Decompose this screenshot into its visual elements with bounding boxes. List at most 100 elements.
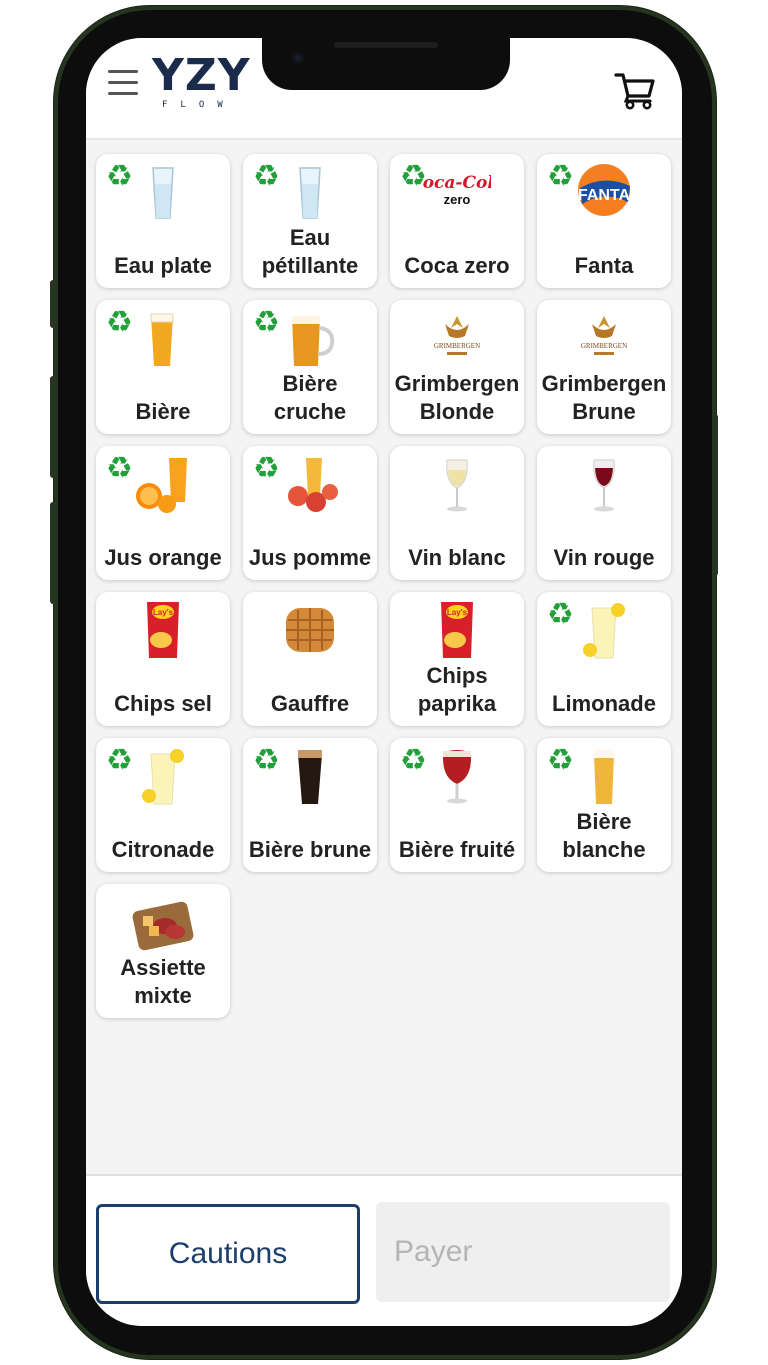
white-beer-glass-image [570, 744, 638, 808]
glass-of-water-image [129, 160, 197, 224]
svg-text:zero: zero [444, 192, 471, 207]
product-tile[interactable]: Gauffre [243, 592, 377, 726]
power-button [712, 414, 718, 576]
coca-cola-zero-logo-image: Coca-Colazero [409, 160, 505, 224]
product-tile[interactable]: ♻ Bière fruité [390, 738, 524, 872]
product-tile[interactable]: Coca-Colazero♻Coca zero [390, 154, 524, 288]
product-label: Chips paprika [417, 663, 497, 716]
product-tile[interactable]: ♻ Jus pomme [243, 446, 377, 580]
recycle-icon: ♻ [106, 743, 133, 778]
waffle-image [276, 598, 344, 662]
beer-glass-image [129, 306, 197, 370]
notch [262, 38, 510, 90]
product-label: Grimbergen Brune [541, 371, 667, 424]
glass-of-water-image [276, 160, 344, 224]
recycle-icon: ♻ [106, 159, 133, 194]
lemonade-glass-image [570, 598, 638, 662]
grimbergen-logo-image: GRIMBERGEN [423, 306, 491, 370]
apple-juice-image [276, 452, 344, 516]
recycle-icon: ♻ [253, 305, 280, 340]
product-label: Citronade [111, 837, 215, 862]
recycle-icon: ♻ [253, 159, 280, 194]
svg-text:Lay's: Lay's [447, 608, 468, 617]
product-label: Bière [135, 399, 191, 424]
dark-beer-glass-image [276, 744, 344, 808]
product-label: Jus pomme [248, 545, 372, 570]
product-label: Bière brune [248, 837, 372, 862]
svg-text:GRIMBERGEN: GRIMBERGEN [434, 342, 480, 350]
product-label: Jus orange [104, 545, 222, 570]
product-tile[interactable]: Vin blanc [390, 446, 524, 580]
recycle-icon: ♻ [106, 305, 133, 340]
product-label: Coca zero [404, 253, 510, 278]
product-label: Fanta [574, 253, 634, 278]
svg-text:FANTA: FANTA [578, 187, 631, 204]
svg-text:GRIMBERGEN: GRIMBERGEN [581, 342, 627, 350]
product-label: Vin rouge [553, 545, 655, 570]
lays-chips-bag-image: Lay's [129, 598, 197, 662]
speaker-grille [334, 42, 438, 48]
recycle-icon: ♻ [253, 743, 280, 778]
product-tile[interactable]: FANTA ♻ Fanta [537, 154, 671, 288]
svg-text:Lay's: Lay's [153, 608, 174, 617]
product-label: Grimbergen Blonde [394, 371, 520, 424]
red-wine-glass-image [570, 452, 638, 516]
logo-sub-text: FLOW [162, 100, 236, 110]
product-tile[interactable]: GRIMBERGEN Grimbergen Brune [537, 300, 671, 434]
product-label: Limonade [552, 691, 656, 716]
front-camera [292, 52, 304, 64]
product-label: Eau plate [114, 253, 212, 278]
lays-chips-bag-image: Lay's [423, 598, 491, 662]
hamburger-menu-icon[interactable] [108, 70, 138, 96]
grimbergen-logo-image: GRIMBERGEN [570, 306, 638, 370]
fanta-logo-image: FANTA [570, 160, 638, 224]
product-tile[interactable]: ♻ Bière brune [243, 738, 377, 872]
product-label: Gauffre [270, 691, 350, 716]
volume-down-button [50, 502, 56, 604]
footer-bar: Cautions Payer [86, 1174, 682, 1326]
recycle-icon: ♻ [400, 743, 427, 778]
product-tile[interactable]: ♻ Citronade [96, 738, 230, 872]
product-tile[interactable]: ♻ Bière [96, 300, 230, 434]
logo-main-text: YZY [152, 50, 251, 101]
product-tile[interactable]: Lay's Chips sel [96, 592, 230, 726]
recycle-icon: ♻ [547, 159, 574, 194]
shopping-cart-icon[interactable] [614, 70, 656, 110]
recycle-icon: ♻ [400, 159, 427, 194]
product-tile[interactable]: Assiette mixte [96, 884, 230, 1018]
recycle-icon: ♻ [547, 597, 574, 632]
cautions-button[interactable]: Cautions [96, 1204, 360, 1304]
recycle-icon: ♻ [253, 451, 280, 486]
product-tile[interactable]: ♻ Bière cruche [243, 300, 377, 434]
yzy-flow-logo: YZY FLOW [152, 54, 262, 116]
product-label: Bière cruche [273, 371, 347, 424]
product-tile[interactable]: Vin rouge [537, 446, 671, 580]
product-label: Bière blanche [562, 809, 646, 862]
product-label: Chips sel [114, 691, 212, 716]
product-tile[interactable]: ♻ Bière blanche [537, 738, 671, 872]
product-label: Vin blanc [408, 545, 506, 570]
recycle-icon: ♻ [106, 451, 133, 486]
volume-up-button [50, 376, 56, 478]
app-screen: YZY FLOW ♻ Eau plate ♻ Eau pétillante Coca-C… [86, 38, 682, 1326]
fruit-beer-glass-image [423, 744, 491, 808]
charcuterie-board-image [129, 890, 197, 954]
lemonade-glass-image [129, 744, 197, 808]
mute-switch [50, 280, 56, 328]
product-label: Assiette mixte [120, 955, 206, 1008]
product-label: Eau pétillante [261, 225, 359, 278]
orange-juice-image [129, 452, 197, 516]
product-grid: ♻Eau plate♻Eau pétillanteCoca-Colazero♻C… [96, 154, 676, 1018]
product-label: Bière fruité [398, 837, 516, 862]
product-tile[interactable]: ♻ Limonade [537, 592, 671, 726]
product-tile[interactable]: ♻ Eau plate [96, 154, 230, 288]
product-tile[interactable]: Lay's Chips paprika [390, 592, 524, 726]
recycle-icon: ♻ [547, 743, 574, 778]
product-tile[interactable]: ♻ Eau pétillante [243, 154, 377, 288]
beer-pitcher-image [276, 306, 344, 370]
product-tile[interactable]: GRIMBERGEN Grimbergen Blonde [390, 300, 524, 434]
white-wine-glass-image [423, 452, 491, 516]
product-tile[interactable]: ♻ Jus orange [96, 446, 230, 580]
payer-button[interactable]: Payer [376, 1202, 670, 1302]
svg-text:Coca-Cola: Coca-Cola [423, 173, 491, 193]
